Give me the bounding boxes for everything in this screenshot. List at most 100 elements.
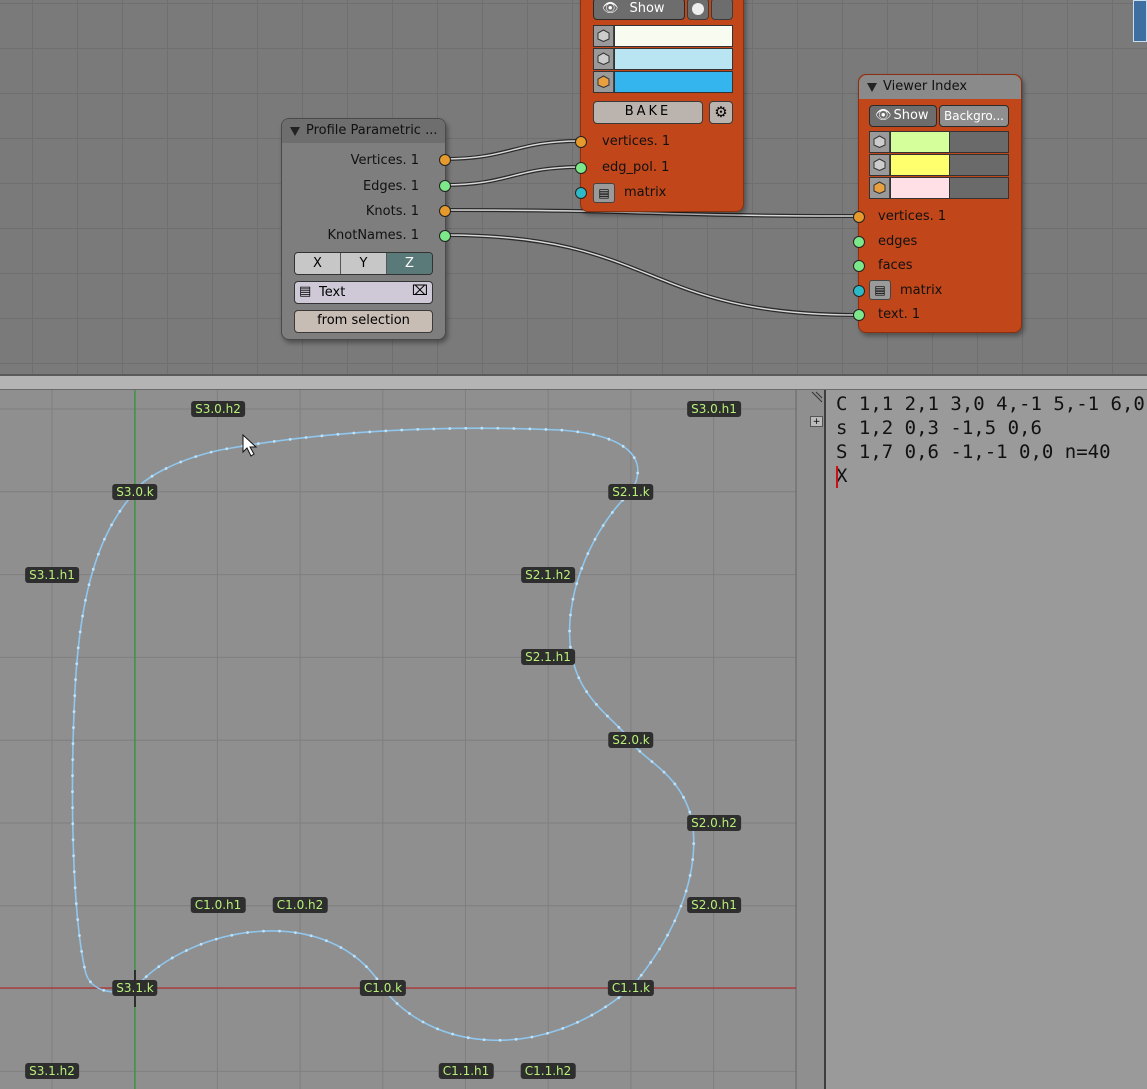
curve-vertex: [576, 1020, 579, 1024]
socket-vertices-out[interactable]: [439, 154, 451, 166]
matrix-icon: ▤: [869, 280, 891, 300]
text-field-label: Text: [319, 285, 346, 300]
input-label: faces: [878, 258, 913, 273]
curve-vertex: [324, 939, 328, 943]
color-row-edges[interactable]: [869, 154, 1009, 176]
color-row-vertices[interactable]: [869, 131, 1009, 153]
bake-button[interactable]: BAKE: [593, 101, 703, 124]
socket-matrix-in[interactable]: [853, 285, 865, 297]
curve-vertex: [214, 937, 218, 941]
viewer-index-node[interactable]: Viewer Index 👁 Show Backgro... vertices.…: [853, 74, 1022, 333]
curve-vertex: [225, 447, 229, 451]
curve-vertex: [617, 725, 621, 729]
knot-label: S2.1.k: [608, 484, 654, 500]
socket-edges-out[interactable]: [439, 180, 451, 192]
node-title: Viewer Index: [883, 79, 968, 94]
area-splitter[interactable]: +: [808, 390, 826, 1089]
curve-vertex: [530, 1035, 534, 1039]
collapse-triangle-icon[interactable]: [867, 83, 877, 92]
curve-vertex: [621, 444, 625, 448]
socket-text-in[interactable]: [853, 309, 865, 321]
extra-toggle[interactable]: [711, 0, 733, 20]
vertex-color-swatch[interactable]: [614, 25, 733, 47]
socket-edgpol-in[interactable]: [575, 162, 587, 174]
curve-vertex: [610, 511, 614, 514]
color-row-edges[interactable]: [593, 48, 733, 70]
show-toggle[interactable]: 👁 Show: [869, 105, 937, 127]
knot-label: S3.1.h1: [25, 567, 79, 583]
curve-vertex: [662, 770, 666, 774]
text-editor[interactable]: C 1,1 2,1 3,0 4,-1 5,-1 6,0 s 1,2 0,3 -1…: [826, 390, 1147, 1089]
corner-grip-icon[interactable]: [810, 390, 824, 404]
knot-label: C1.1.k: [607, 980, 655, 996]
code-line[interactable]: s 1,2 0,3 -1,5 0,6: [836, 417, 1042, 439]
axis-selector[interactable]: X Y Z: [294, 252, 433, 275]
shading-sphere-button[interactable]: [687, 0, 709, 20]
eye-icon: 👁: [602, 1, 619, 16]
color-row-faces[interactable]: [869, 177, 1009, 199]
curve-vertex: [514, 1037, 518, 1041]
curve-vertex: [496, 426, 500, 430]
cube-icon: [870, 178, 890, 198]
curve-vertex: [617, 996, 621, 1000]
curve-vertex: [118, 509, 122, 513]
socket-vertices-in[interactable]: [575, 136, 587, 148]
axis-x-button[interactable]: X: [295, 253, 341, 274]
settings-gear-button[interactable]: ⚙: [709, 101, 733, 124]
socket-knots-out[interactable]: [439, 205, 451, 217]
edge-color-swatch[interactable]: [614, 48, 733, 70]
socket-edges-in[interactable]: [853, 236, 865, 248]
socket-knotnames-out[interactable]: [439, 230, 451, 242]
3d-viewport[interactable]: S3.0.h2 S3.0.h1 S3.0.k S2.1.k S3.1.h1 S2…: [0, 390, 808, 1089]
curve-vertex: [561, 1026, 565, 1030]
curve-vertex: [75, 662, 79, 666]
node-editor[interactable]: 👁 Show BAKE ⚙ vertices. 1 edg_pol. 1 ▤ m: [0, 0, 1147, 374]
curve-vertex: [71, 758, 75, 762]
color-row-vertices[interactable]: [593, 25, 733, 47]
curve-vertex: [84, 598, 87, 602]
corner-widget[interactable]: [1133, 0, 1147, 42]
collapse-triangle-icon[interactable]: [290, 127, 300, 136]
vertex-index-color-swatch[interactable]: [890, 131, 950, 153]
from-selection-button[interactable]: from selection: [294, 310, 433, 333]
curve-vertex: [365, 965, 368, 969]
curve-vertex: [74, 678, 77, 682]
socket-vertices-in[interactable]: [853, 211, 865, 223]
viewer-draw-node[interactable]: 👁 Show BAKE ⚙ vertices. 1 edg_pol. 1 ▤ m: [575, 0, 744, 212]
code-line[interactable]: C 1,1 2,1 3,0 4,-1 5,-1 6,0: [836, 393, 1145, 415]
area-divider[interactable]: [0, 374, 1147, 390]
curve-vertex: [384, 429, 388, 433]
profile-parametric-node[interactable]: Profile Parametric ... Vertices. 1 Edges…: [281, 118, 451, 340]
background-toggle[interactable]: Backgro...: [939, 105, 1009, 127]
curve-vertex: [585, 690, 588, 694]
plus-icon[interactable]: +: [810, 416, 823, 427]
show-toggle[interactable]: 👁 Show: [593, 0, 685, 20]
socket-label: matrix: [624, 185, 667, 200]
face-index-color-swatch[interactable]: [890, 177, 950, 199]
code-line[interactable]: S 1,7 0,6 -1,-1 0,0 n=40: [836, 441, 1111, 463]
eye-icon: 👁: [875, 108, 892, 123]
curve-vertex: [294, 931, 297, 935]
clear-icon[interactable]: ⌧: [412, 283, 428, 299]
node-header[interactable]: Profile Parametric ...: [282, 119, 445, 143]
socket-label: edg_pol. 1: [602, 160, 670, 175]
curve-vertex: [352, 954, 356, 958]
input-label: vertices. 1: [878, 209, 947, 224]
input-label: text. 1: [878, 307, 921, 322]
text-datablock-field[interactable]: ▤ Text ⌧: [294, 281, 433, 304]
axis-y-button[interactable]: Y: [341, 253, 387, 274]
node-header[interactable]: Viewer Index: [859, 75, 1021, 99]
color-row-faces[interactable]: [593, 71, 733, 93]
curve-vertex: [304, 436, 308, 439]
curve-vertex: [571, 597, 575, 601]
curve-vertex: [102, 988, 106, 992]
edge-index-color-swatch[interactable]: [890, 154, 950, 176]
curve-vertex: [580, 567, 584, 570]
socket-faces-in[interactable]: [853, 260, 865, 272]
knot-label: S3.1.h2: [25, 1063, 79, 1079]
socket-matrix-in[interactable]: [575, 187, 587, 199]
curve-vertex: [400, 428, 404, 432]
curve-vertex: [544, 428, 548, 431]
face-color-swatch[interactable]: [614, 71, 733, 93]
axis-z-button[interactable]: Z: [387, 253, 432, 274]
